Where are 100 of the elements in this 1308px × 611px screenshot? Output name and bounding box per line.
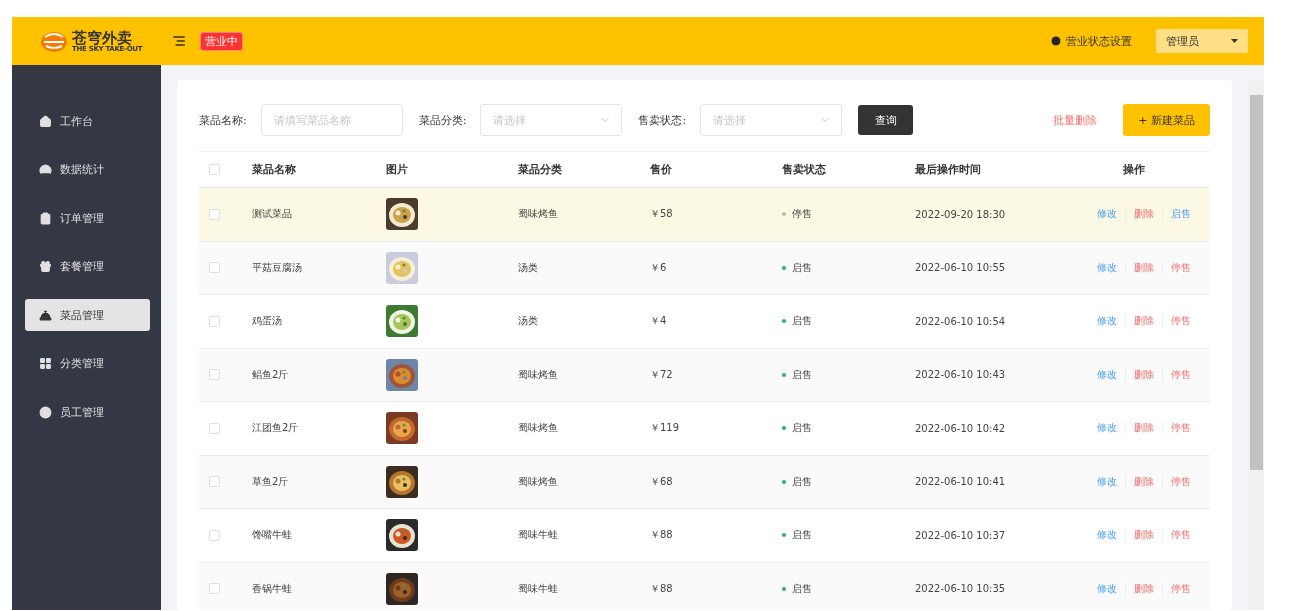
table-cell: 停售	[792, 207, 812, 222]
sidebar-item[interactable]: 套餐管理	[25, 250, 150, 283]
home-icon	[39, 114, 52, 128]
table-cell-text: 2022-06-10 10:43	[915, 369, 1007, 381]
user-dropdown[interactable]: 管理员	[1156, 29, 1248, 53]
checkbox[interactable]	[209, 315, 220, 327]
table-cell-text: ￥6	[650, 260, 668, 275]
action-link[interactable]: 启售	[1161, 207, 1199, 222]
query-button[interactable]: 查询	[858, 105, 914, 135]
table-cell: 启售	[792, 421, 812, 436]
checkbox[interactable]	[209, 262, 220, 274]
table-cell-text: ￥88	[650, 581, 674, 596]
logo-title: 苍穹外卖	[72, 29, 132, 46]
action-link[interactable]: 修改	[1088, 581, 1125, 596]
new-dish-button[interactable]: + 新建菜品	[1123, 104, 1210, 136]
table-cell-text: 鲳鱼2斤	[252, 367, 290, 382]
action-link[interactable]: 停售	[1161, 581, 1199, 596]
table-cell: 启售	[792, 474, 812, 489]
table-cell-text: 2022-06-10 10:37	[915, 529, 1007, 541]
table-cell-text: 2022-06-10 10:35	[915, 583, 1007, 595]
table-cell-text: 汤类	[518, 314, 539, 329]
status-badge: 营业中	[200, 31, 243, 51]
action-link[interactable]: 删除	[1124, 528, 1162, 543]
column-header: 售价	[650, 162, 673, 177]
checkbox[interactable]	[209, 164, 220, 175]
action-link[interactable]: 修改	[1088, 367, 1125, 382]
action-link[interactable]: 删除	[1124, 260, 1162, 275]
action-link[interactable]: 修改	[1088, 421, 1125, 436]
table-cell: 启售	[792, 528, 812, 543]
table-cell-text: 蜀味牛蛙	[518, 528, 559, 543]
table-cell-text: 蜀味烤鱼	[518, 367, 559, 382]
table-cell-text: 2022-06-10 10:55	[915, 262, 1007, 274]
action-link[interactable]: 修改	[1088, 314, 1125, 329]
table-cell-text: 蜀味烤鱼	[518, 421, 559, 436]
sidebar-item[interactable]: 工作台	[25, 105, 150, 137]
table-cell-text: 香锅牛蛙	[252, 581, 293, 596]
column-header: 操作	[1122, 162, 1145, 177]
action-link[interactable]: 修改	[1088, 207, 1125, 222]
table-cell-text: 蜀味烤鱼	[518, 207, 559, 222]
column-header: 图片	[386, 162, 409, 177]
table-cell-text: 2022-06-10 10:54	[915, 315, 1007, 327]
column-header: 菜品分类	[518, 162, 563, 177]
scrollbar-thumb[interactable]	[1250, 95, 1263, 470]
action-link[interactable]: 停售	[1161, 367, 1199, 382]
checkbox[interactable]	[209, 422, 220, 434]
filter-label: 菜品名称:	[199, 112, 247, 128]
sidebar-item[interactable]: 员工管理	[25, 396, 150, 428]
table-cell-text: ￥58	[650, 207, 674, 222]
action-link[interactable]: 修改	[1088, 260, 1125, 275]
scrollbar[interactable]	[1248, 80, 1264, 610]
action-link[interactable]: 修改	[1088, 474, 1125, 489]
action-link[interactable]: 删除	[1124, 367, 1162, 382]
table-cell-text: 馋嘴牛蛙	[252, 528, 293, 543]
batch-delete-button[interactable]: 批量删除	[1053, 112, 1097, 128]
table-cell-text: 江团鱼2斤	[252, 421, 300, 436]
grid-icon	[39, 357, 52, 370]
action-link[interactable]: 停售	[1161, 528, 1199, 543]
menu-icon[interactable]	[172, 34, 186, 48]
table-cell-text: ￥68	[650, 474, 674, 489]
table-cell-text: ￥88	[650, 528, 674, 543]
logo-icon	[40, 29, 68, 53]
checkbox[interactable]	[209, 583, 220, 595]
clock-icon	[1050, 35, 1062, 47]
action-link[interactable]: 删除	[1124, 207, 1162, 222]
table-cell-text: 2022-06-10 10:41	[915, 476, 1007, 488]
table-cell-text: 平菇豆腐汤	[252, 260, 303, 275]
action-link[interactable]: 停售	[1161, 474, 1199, 489]
filter-label: 菜品分类:	[418, 112, 467, 128]
checkbox[interactable]	[209, 369, 220, 381]
table-cell-text: 蜀味牛蛙	[518, 581, 559, 596]
table-cell: 启售	[792, 260, 812, 275]
checkbox[interactable]	[209, 476, 220, 488]
column-header: 菜品名称	[252, 162, 297, 177]
action-link[interactable]: 删除	[1124, 581, 1162, 596]
table-cell-text: 鸡蛋汤	[252, 314, 283, 329]
action-link[interactable]: 删除	[1124, 421, 1162, 436]
filter-label: 售卖状态:	[638, 112, 687, 128]
gift-icon	[39, 260, 52, 273]
table-cell: 启售	[792, 367, 812, 382]
action-link[interactable]: 停售	[1161, 421, 1199, 436]
table-cell-text: 草鱼2斤	[252, 474, 290, 489]
sidebar-item[interactable]: 分类管理	[25, 347, 150, 380]
table-cell: 启售	[792, 581, 812, 596]
sidebar-item[interactable]: 菜品管理	[25, 299, 150, 331]
checkbox[interactable]	[209, 529, 220, 541]
sidebar-item[interactable]: 数据统计	[25, 153, 150, 186]
table-cell-text: ￥119	[650, 421, 681, 436]
status-settings-link[interactable]: 营业状态设置	[1050, 33, 1132, 49]
action-link[interactable]: 修改	[1088, 528, 1125, 543]
checkbox[interactable]	[209, 208, 220, 220]
table-cell-text: 2022-06-10 10:42	[915, 422, 1007, 434]
table-cell: 启售	[792, 314, 812, 329]
caret-icon	[1231, 39, 1238, 43]
action-link[interactable]: 删除	[1124, 314, 1162, 329]
column-header: 售卖状态	[782, 162, 827, 177]
action-link[interactable]: 停售	[1161, 314, 1199, 329]
action-link[interactable]: 删除	[1124, 474, 1162, 489]
sidebar-item[interactable]: 订单管理	[25, 202, 150, 234]
column-header: 最后操作时间	[915, 162, 982, 177]
action-link[interactable]: 停售	[1161, 260, 1199, 275]
